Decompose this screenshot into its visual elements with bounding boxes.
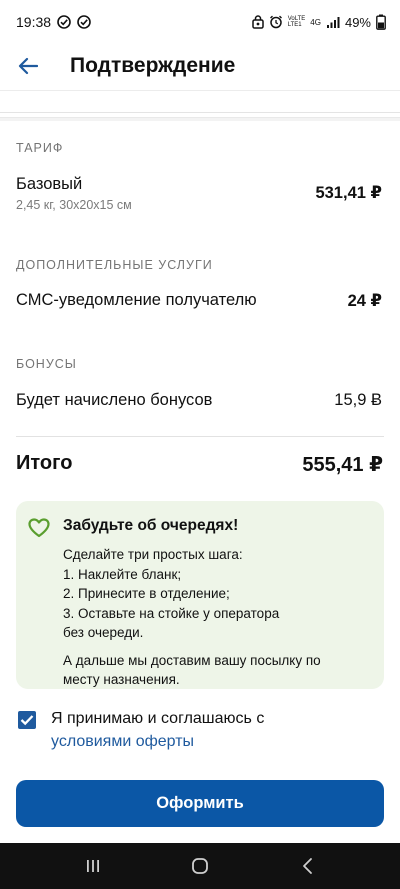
- page-title: Подтверждение: [70, 54, 236, 77]
- tariff-name: Базовый: [16, 175, 83, 193]
- tariff-section-label: ТАРИФ: [16, 141, 64, 155]
- info-card-line: 1. Наклейте бланк;: [63, 566, 182, 582]
- arrow-left-icon: [18, 57, 38, 75]
- status-left: 19:38: [16, 14, 91, 30]
- signal-icon: [326, 16, 340, 28]
- section-separator: [0, 117, 400, 121]
- info-card-body: Сделайте три простых шага: 1. Наклейте б…: [63, 545, 373, 690]
- recent-apps-button[interactable]: [73, 846, 113, 886]
- status-bar: 19:38 VoLTE LTE1 4G 49%: [0, 0, 400, 44]
- info-card-line: месту назначения.: [63, 672, 180, 687]
- heart-outline-icon: [28, 518, 50, 538]
- check-circle-icon: [57, 15, 71, 29]
- bonuses-section-label: БОНУСЫ: [16, 357, 77, 371]
- tariff-details: 2,45 кг, 30x20x15 см: [16, 198, 132, 212]
- status-time: 19:38: [16, 14, 52, 30]
- battery-icon: [376, 14, 386, 30]
- info-card-title: Забудьте об очередях!: [63, 517, 239, 534]
- info-card-line: 3. Оставьте на стойке у оператора: [63, 605, 280, 621]
- home-button[interactable]: [180, 846, 220, 886]
- alarm-icon: [269, 15, 282, 29]
- agreement-row: Я принимаю и соглашаюсь с условиями офер…: [16, 709, 384, 755]
- info-card-line: без очереди.: [63, 625, 144, 640]
- info-card-line: А дальше мы доставим вашу посылку по: [63, 652, 321, 668]
- back-nav-button[interactable]: [287, 846, 327, 886]
- total-divider: [16, 436, 384, 437]
- battery-text: 49%: [344, 14, 371, 30]
- status-right: VoLTE LTE1 4G 49%: [251, 14, 386, 30]
- back-button[interactable]: [10, 48, 46, 84]
- info-card: Забудьте об очередях! Сделайте три прост…: [16, 501, 384, 689]
- lte-label: LTE1: [287, 22, 302, 28]
- recent-apps-icon: [87, 860, 100, 872]
- back-nav-icon: [302, 858, 312, 874]
- network-indicator: VoLTE LTE1: [288, 16, 306, 29]
- info-card-line: 2. Принесите в отделение;: [63, 586, 230, 601]
- info-card-line: Сделайте три простых шага:: [63, 547, 243, 562]
- sms-service-price: 24 ₽: [347, 292, 382, 310]
- agreement-checkbox[interactable]: [18, 711, 36, 729]
- info-card-spacer: [63, 643, 373, 651]
- scroll-edge-divider: [0, 112, 400, 113]
- home-icon: [192, 858, 208, 874]
- bonuses-text: Будет начислено бонусов: [16, 391, 213, 409]
- tariff-price: 531,41 ₽: [315, 184, 382, 202]
- submit-button[interactable]: Оформить: [16, 780, 384, 827]
- lock-person-icon: [251, 15, 264, 29]
- app-header: Подтверждение: [0, 44, 400, 88]
- extra-services-section-label: ДОПОЛНИТЕЛЬНЫЕ УСЛУГИ: [16, 258, 213, 272]
- total-value: 555,41 ₽: [302, 454, 383, 476]
- system-nav-bar: [0, 843, 400, 889]
- offer-terms-link[interactable]: условиями оферты: [51, 733, 194, 751]
- network-type-label: 4G: [310, 17, 321, 27]
- sms-service-name: СМС-уведомление получателю: [16, 291, 257, 309]
- check-circle-icon: [77, 15, 91, 29]
- checkmark-icon: [20, 715, 34, 726]
- agreement-text: Я принимаю и соглашаюсь с: [51, 710, 265, 727]
- bonuses-value: 15,9 Ƀ: [334, 391, 382, 409]
- header-divider: [0, 90, 400, 91]
- total-label: Итого: [16, 452, 73, 474]
